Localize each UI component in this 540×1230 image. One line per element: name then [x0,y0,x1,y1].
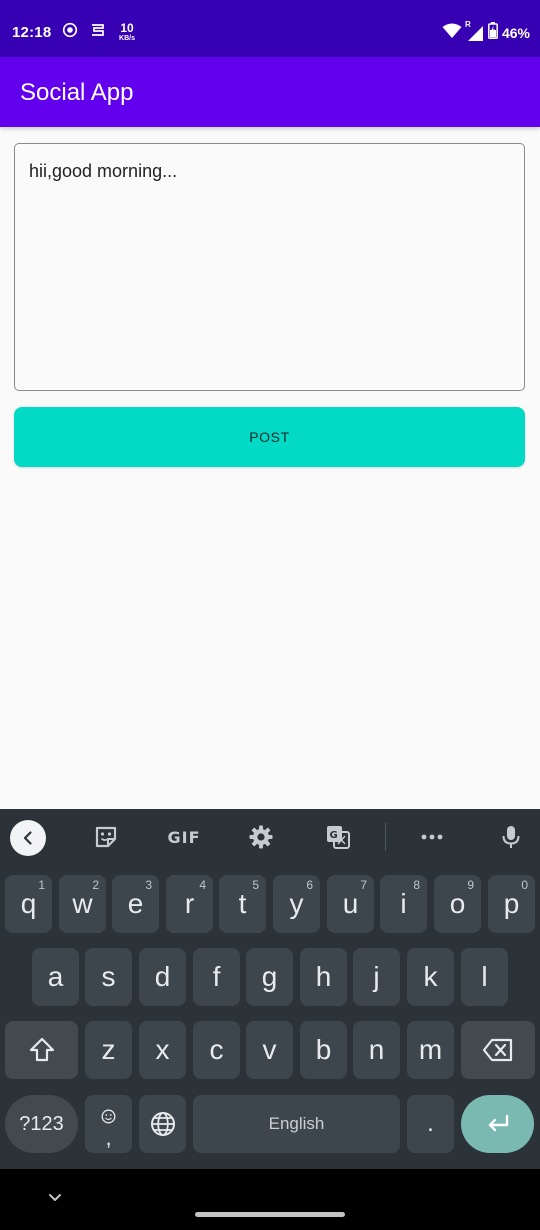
key-h[interactable]: h [300,948,347,1006]
backspace-icon [482,1038,513,1062]
home-gesture-handle[interactable] [195,1212,345,1217]
status-right: R 46% [442,20,530,44]
key-label: y [289,888,304,919]
key-q[interactable]: q1 [5,875,52,933]
post-text-input[interactable] [14,143,525,391]
status-bar: 12:18 10 KB/s R 46% [0,0,540,57]
key-v[interactable]: v [246,1021,293,1079]
key-z[interactable]: z [85,1021,132,1079]
key-label: u [342,888,359,919]
key-l[interactable]: l [461,948,508,1006]
key-hint: 6 [306,878,313,892]
backspace-key[interactable] [461,1021,535,1079]
signal-icon: R [465,20,484,42]
key-y[interactable]: y6 [273,875,320,933]
key-k[interactable]: k [407,948,454,1006]
navigation-bar [0,1169,540,1230]
key-o[interactable]: o9 [434,875,481,933]
data-saver-icon [90,22,105,43]
key-hint: 1 [38,878,45,892]
key-d[interactable]: d [139,948,186,1006]
key-hint: 7 [360,878,367,892]
key-hint: 0 [521,878,528,892]
battery-icon [488,22,498,44]
shift-icon [29,1037,54,1062]
comma-label: , [105,1125,112,1150]
status-time: 12:18 [12,24,52,41]
key-hint: 8 [413,878,420,892]
key-m[interactable]: m [407,1021,454,1079]
keyboard-toolbar: GIF G [0,809,540,865]
sticker-icon[interactable] [90,821,122,853]
network-speed-value: 10 [120,21,134,35]
comma-emoji-key[interactable]: , [85,1095,132,1153]
key-label: e [127,888,144,919]
key-hint: 9 [467,878,474,892]
key-i[interactable]: i8 [380,875,427,933]
roaming-indicator: R [464,20,471,29]
screen-record-icon [62,22,78,43]
enter-key[interactable] [461,1095,534,1153]
key-c[interactable]: c [193,1021,240,1079]
key-hint: 2 [92,878,99,892]
post-button[interactable]: POST [14,407,525,467]
key-label: q [20,888,37,919]
key-f[interactable]: f [193,948,240,1006]
svg-text:G: G [330,830,338,841]
key-label: w [72,888,93,919]
key-r[interactable]: r4 [166,875,213,933]
wifi-icon [442,23,462,44]
shift-key[interactable] [5,1021,78,1079]
translate-icon[interactable]: G [322,821,354,853]
app-title: Social App [20,79,134,106]
soft-keyboard: GIF G q1 w2 e3 r4 t5 y6 u7 i8 o9 p0 a s … [0,809,540,1169]
key-b[interactable]: b [300,1021,347,1079]
language-key[interactable] [139,1095,186,1153]
globe-icon [150,1112,175,1136]
key-g[interactable]: g [246,948,293,1006]
key-label: i [400,888,407,919]
key-label: p [503,888,520,919]
key-label: o [449,888,466,919]
space-key[interactable]: English [193,1095,400,1153]
screen: 12:18 10 KB/s R 46% Social App hii,good … [0,0,540,1230]
settings-gear-icon[interactable] [245,821,277,853]
key-j[interactable]: j [353,948,400,1006]
key-t[interactable]: t5 [219,875,266,933]
key-label: r [184,888,195,919]
toolbar-divider [385,823,386,851]
enter-icon [488,1114,508,1132]
key-label: t [238,888,247,919]
hide-keyboard-chevron-icon[interactable] [48,1190,62,1208]
app-bar: Social App [0,57,540,127]
key-x[interactable]: x [139,1021,186,1079]
symbols-key[interactable]: ?123 [5,1095,78,1153]
key-hint: 5 [252,878,259,892]
key-n[interactable]: n [353,1021,400,1079]
key-hint: 4 [199,878,206,892]
battery-percent: 46% [501,25,530,41]
key-hint: 3 [145,878,152,892]
key-w[interactable]: w2 [59,875,106,933]
key-e[interactable]: e3 [112,875,159,933]
key-u[interactable]: u7 [327,875,374,933]
gif-button[interactable]: GIF [164,821,204,853]
back-chevron-icon[interactable] [10,820,46,856]
key-s[interactable]: s [85,948,132,1006]
network-speed-unit: KB/s [119,35,135,42]
more-options-icon[interactable] [416,821,448,853]
network-speed: 10 KB/s [116,22,138,42]
key-p[interactable]: p0 [488,875,535,933]
period-key[interactable]: . [407,1095,454,1153]
key-a[interactable]: a [32,948,79,1006]
microphone-icon[interactable] [495,821,527,853]
